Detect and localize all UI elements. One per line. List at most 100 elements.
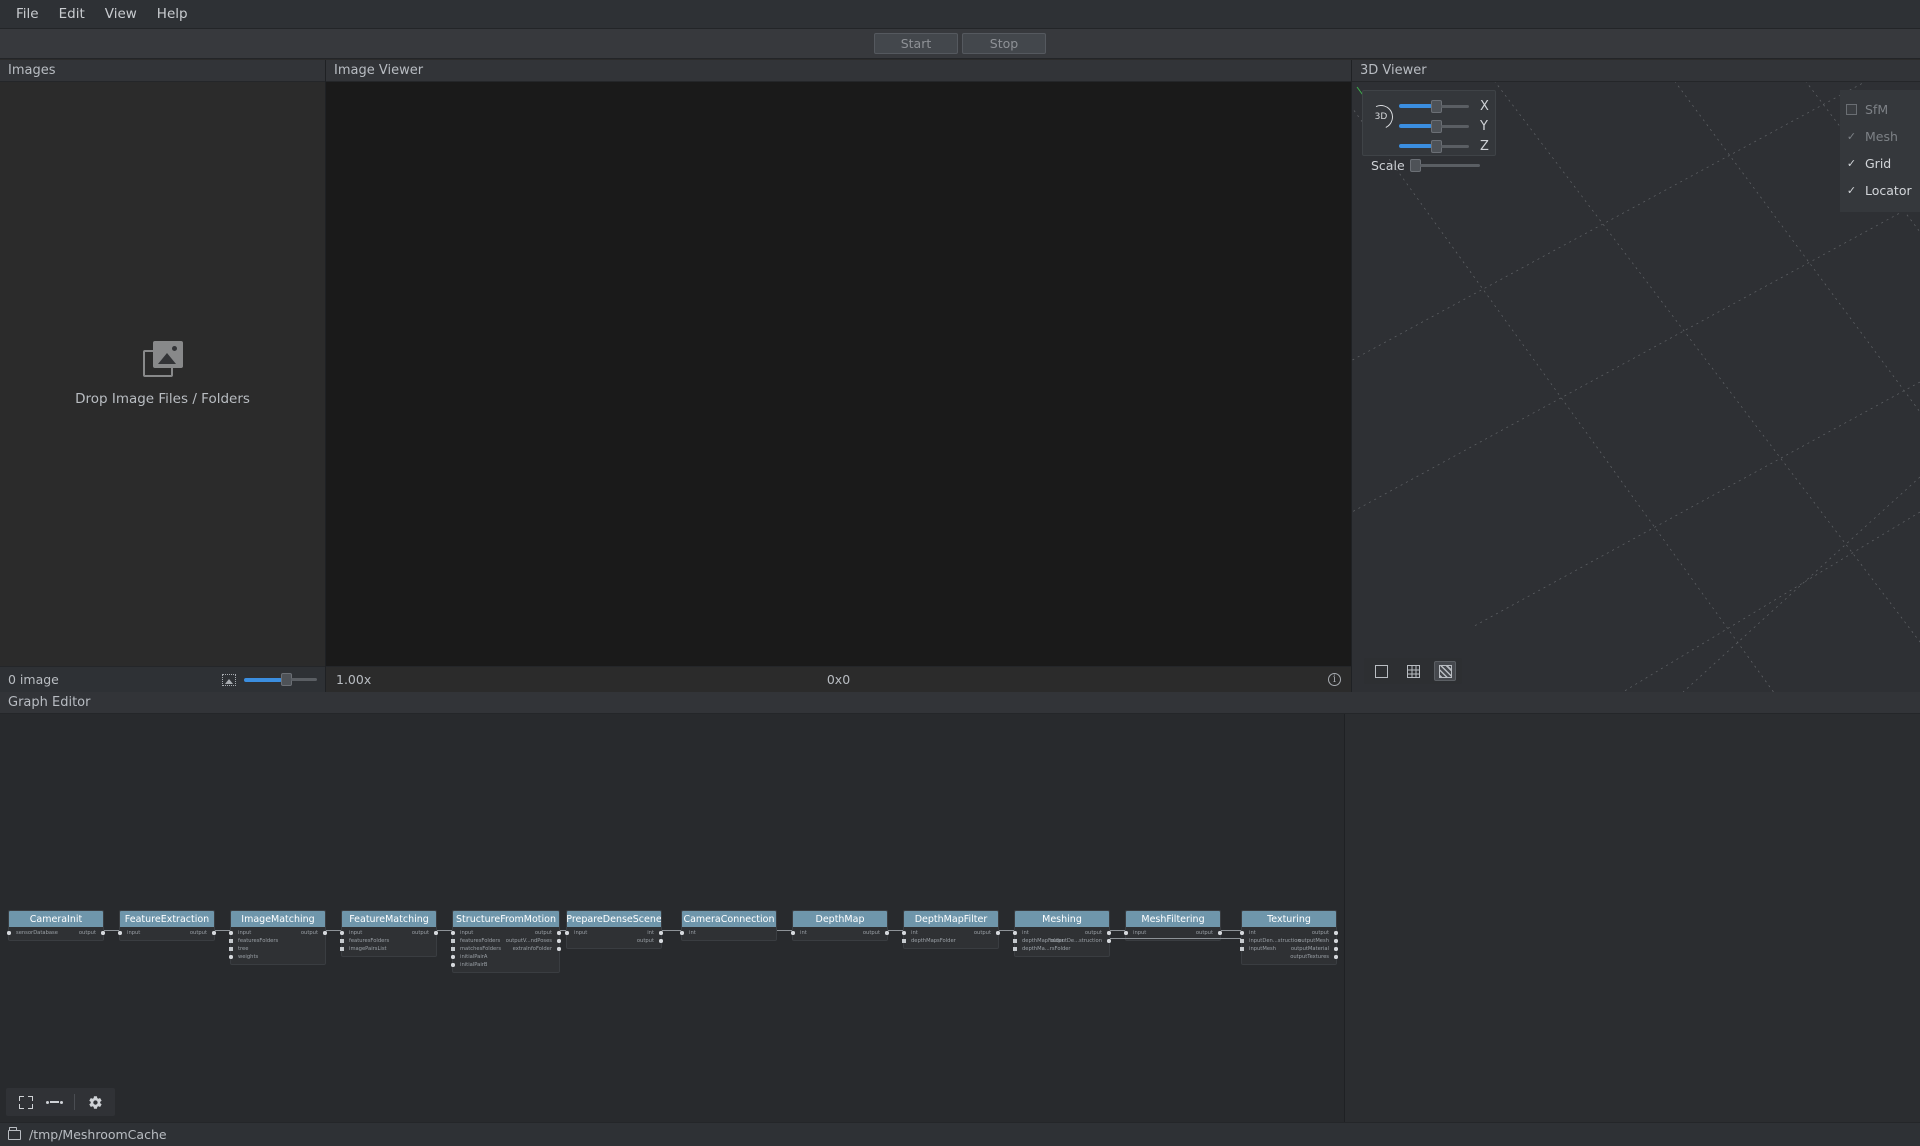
output-connector-dot[interactable] <box>557 947 561 951</box>
output-connector-dot[interactable] <box>557 939 561 943</box>
image-viewer-canvas[interactable] <box>326 82 1351 666</box>
input-attribute-label: input <box>460 930 474 936</box>
input-connector-dot[interactable] <box>1013 931 1017 935</box>
node-title: FeatureMatching <box>342 911 436 927</box>
input-connector-dot[interactable] <box>565 931 569 935</box>
output-connector-dot[interactable] <box>659 939 663 943</box>
graph-node[interactable]: Meshing int output depthMapFolder outputDe..… <box>1013 910 1111 957</box>
input-connector-dot[interactable] <box>451 963 455 967</box>
graph-node[interactable]: ImageMatching input output featuresFolders t… <box>229 910 327 965</box>
menu-item-view[interactable]: View <box>95 2 147 26</box>
fit-to-view-button[interactable] <box>14 1092 38 1112</box>
axis-slider-x[interactable]: X <box>1399 96 1489 116</box>
output-connector-dot[interactable] <box>1107 939 1111 943</box>
visibility-item-mesh[interactable]: ✓ Mesh <box>1840 123 1920 150</box>
input-connector-dot[interactable] <box>1013 947 1017 951</box>
graph-node[interactable]: DepthMapFilter int output depthMapsFolder <box>902 910 1000 949</box>
output-connector-dot[interactable] <box>1107 931 1111 935</box>
graph-editor-title: Graph Editor <box>0 692 1920 714</box>
cache-path-label[interactable]: /tmp/MeshroomCache <box>29 1127 167 1142</box>
output-connector-dot[interactable] <box>323 931 327 935</box>
input-connector-dot[interactable] <box>1240 947 1244 951</box>
input-connector-dot[interactable] <box>1240 931 1244 935</box>
input-connector-dot[interactable] <box>451 947 455 951</box>
graph-node[interactable]: CameraInit sensorDatabase output <box>7 910 105 941</box>
start-button[interactable]: Start <box>874 33 958 54</box>
node-attribute-row: int output <box>791 929 889 937</box>
input-connector-dot[interactable] <box>1013 939 1017 943</box>
input-connector-dot[interactable] <box>1124 931 1128 935</box>
stop-button[interactable]: Stop <box>962 33 1046 54</box>
graph-node[interactable]: DepthMap int output <box>791 910 889 941</box>
axis-slider-y[interactable]: Y <box>1399 116 1489 136</box>
graph-node[interactable]: Texturing int output inputDen...struction ou… <box>1240 910 1338 965</box>
visibility-item-sfm[interactable]: SfM <box>1840 96 1920 123</box>
input-connector-dot[interactable] <box>1240 939 1244 943</box>
input-attribute-label: initialPairA <box>460 954 488 960</box>
output-connector-dot[interactable] <box>996 931 1000 935</box>
input-connector-dot[interactable] <box>7 931 11 935</box>
input-connector-dot[interactable] <box>340 947 344 951</box>
graph-settings-button[interactable] <box>83 1092 107 1112</box>
wireframe-hatch-icon-button[interactable] <box>1434 661 1456 681</box>
input-connector-dot[interactable] <box>902 931 906 935</box>
graph-node[interactable]: FeatureMatching input output featuresFolder… <box>340 910 438 957</box>
info-icon[interactable]: i <box>1328 673 1341 686</box>
node-attribute-row: int <box>680 929 776 937</box>
checkmark-icon: ✓ <box>1846 157 1857 170</box>
output-connector-dot[interactable] <box>1218 931 1222 935</box>
scale-slider[interactable] <box>1409 158 1480 172</box>
visibility-label-locator: Locator <box>1865 183 1912 198</box>
output-connector-dot[interactable] <box>557 931 561 935</box>
output-connector-dot[interactable] <box>1334 955 1338 959</box>
thumbnail-size-slider[interactable] <box>244 673 317 687</box>
input-attribute-label: featuresFolders <box>349 938 390 944</box>
arrange-nodes-button[interactable] <box>42 1092 66 1112</box>
input-connector-dot[interactable] <box>791 931 795 935</box>
input-connector-dot[interactable] <box>451 931 455 935</box>
input-connector-dot[interactable] <box>118 931 122 935</box>
menu-item-edit[interactable]: Edit <box>49 2 95 26</box>
output-attribute-label: output <box>78 930 96 936</box>
input-connector-dot[interactable] <box>229 947 233 951</box>
input-connector-dot[interactable] <box>229 955 233 959</box>
graph-node[interactable]: FeatureExtraction input output <box>118 910 216 941</box>
output-connector-dot[interactable] <box>434 931 438 935</box>
input-connector-dot[interactable] <box>902 939 906 943</box>
input-connector-dot[interactable] <box>340 931 344 935</box>
visibility-item-locator[interactable]: ✓ Locator <box>1840 177 1920 204</box>
solid-square-icon-button[interactable] <box>1370 661 1392 681</box>
output-connector-dot[interactable] <box>1334 947 1338 951</box>
output-connector-dot[interactable] <box>659 931 663 935</box>
graph-node[interactable]: MeshFiltering input output <box>1124 910 1222 941</box>
input-connector-dot[interactable] <box>229 939 233 943</box>
axis-slider-z[interactable]: Z <box>1399 136 1489 156</box>
input-connector-dot[interactable] <box>340 939 344 943</box>
input-connector-dot[interactable] <box>229 931 233 935</box>
node-attribute-row: featuresFolders <box>340 937 436 945</box>
output-connector-dot[interactable] <box>101 931 105 935</box>
node-attribute-sidebar <box>1345 714 1920 1122</box>
visibility-item-grid[interactable]: ✓ Grid <box>1840 150 1920 177</box>
menu-item-file[interactable]: File <box>6 2 49 26</box>
image-stack-icon <box>142 341 183 377</box>
visibility-label-grid: Grid <box>1865 156 1892 171</box>
graph-node[interactable]: PrepareDenseScene input int output <box>565 910 663 949</box>
input-connector-dot[interactable] <box>451 939 455 943</box>
viewer3d-canvas[interactable]: 3D X Y Z Scale SfM ✓ Mesh ✓ Grid ✓ Locat… <box>1352 82 1920 692</box>
output-connector-dot[interactable] <box>1334 931 1338 935</box>
graph-node[interactable]: CameraConnection int <box>680 910 777 941</box>
graph-node[interactable]: StructureFromMotion input output featuresFo… <box>451 910 561 973</box>
output-connector-dot[interactable] <box>885 931 889 935</box>
output-connector-dot[interactable] <box>1334 939 1338 943</box>
input-connector-dot[interactable] <box>451 955 455 959</box>
grid-icon-button[interactable] <box>1402 661 1424 681</box>
input-attribute-label: matchesFolders <box>460 946 502 952</box>
menu-item-help[interactable]: Help <box>147 2 198 26</box>
node-graph-canvas[interactable]: CameraInit sensorDatabase output FeatureExt… <box>0 714 1345 1122</box>
output-connector-dot[interactable] <box>212 931 216 935</box>
input-connector-dot[interactable] <box>680 931 684 935</box>
rotate-3d-icon[interactable]: 3D <box>1365 101 1397 133</box>
checkbox-unchecked-icon <box>1846 104 1857 115</box>
image-drop-area[interactable]: Drop Image Files / Folders <box>0 82 325 666</box>
